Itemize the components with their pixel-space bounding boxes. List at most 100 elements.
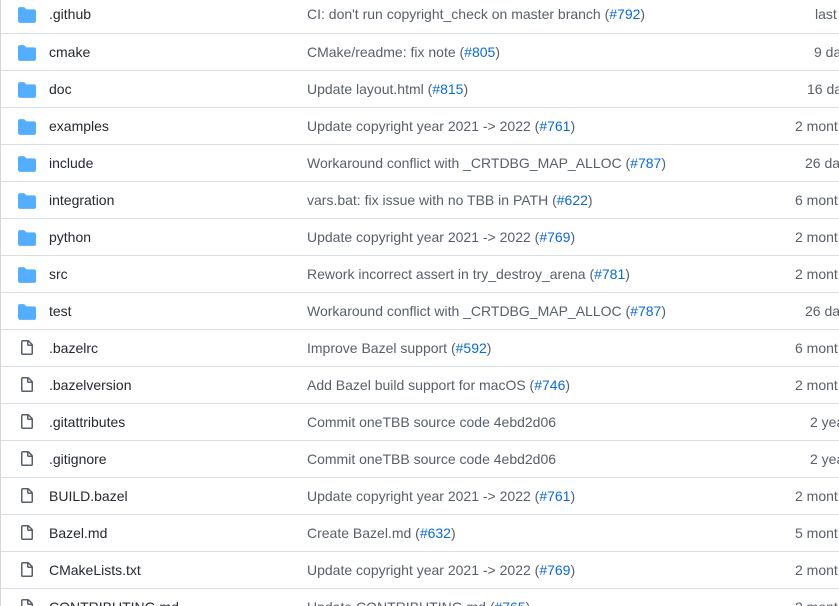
file-name-link[interactable]: Bazel.md: [49, 525, 107, 541]
commit-age: 2 mont: [795, 266, 839, 282]
file-row[interactable]: CONTRIBUTING.md Update CONTRIBUTING.md (#…: [1, 588, 839, 606]
commit-message: CMake/readme: fix note (#805): [307, 44, 500, 60]
commit-message-link[interactable]: CI: don't run copyright_check on master …: [307, 6, 609, 22]
commit-message-link[interactable]: Improve Bazel support (: [307, 340, 456, 356]
file-name-link[interactable]: .gitattributes: [49, 414, 125, 430]
commit-message-link[interactable]: Add Bazel build support for macOS (: [307, 377, 534, 393]
commit-age-text: 5 mont: [795, 525, 838, 541]
file-row[interactable]: cmake CMake/readme: fix note (#805) 9 da: [1, 33, 839, 70]
pull-request-link[interactable]: #805: [464, 44, 495, 60]
file-row[interactable]: .gitattributes Commit oneTBB source code …: [1, 403, 839, 440]
commit-message-tail: ): [565, 377, 571, 393]
commit-message-link[interactable]: Update copyright year 2021 -> 2022 (: [307, 562, 539, 578]
file-name-link[interactable]: .gitignore: [49, 451, 107, 467]
commit-message-tail: ): [463, 81, 469, 97]
commit-message: Rework incorrect assert in try_destroy_a…: [307, 266, 630, 282]
commit-message: CI: don't run copyright_check on master …: [307, 6, 645, 22]
pull-request-link[interactable]: #781: [594, 266, 625, 282]
pull-request-link[interactable]: #632: [420, 525, 451, 541]
folder-icon: [18, 193, 36, 209]
folder-icon: [18, 45, 36, 61]
commit-message-link[interactable]: Update CONTRIBUTING.md (: [307, 599, 494, 606]
file-name-link[interactable]: .bazelversion: [49, 377, 132, 393]
commit-message-link[interactable]: Update copyright year 2021 -> 2022 (: [307, 229, 539, 245]
file-row[interactable]: include Workaround conflict with _CRTDBG_…: [1, 144, 839, 181]
file-row[interactable]: test Workaround conflict with _CRTDBG_MAP…: [1, 292, 839, 329]
file-name-link[interactable]: test: [49, 303, 72, 319]
pull-request-link[interactable]: #761: [539, 488, 570, 504]
commit-age: 16 da: [807, 81, 839, 97]
file-name-link[interactable]: doc: [49, 81, 72, 97]
file-name-link[interactable]: integration: [49, 192, 114, 208]
folder-icon: [18, 7, 36, 23]
file-name-link[interactable]: python: [49, 229, 91, 245]
pull-request-link[interactable]: #769: [539, 562, 570, 578]
commit-message: Update copyright year 2021 -> 2022 (#769…: [307, 562, 575, 578]
pull-request-link[interactable]: #622: [557, 192, 588, 208]
pull-request-link[interactable]: #769: [539, 229, 570, 245]
commit-message-tail: ): [526, 599, 531, 606]
file-name-link[interactable]: src: [49, 266, 68, 282]
commit-message-link[interactable]: Workaround conflict with _CRTDBG_MAP_ALL…: [307, 303, 630, 319]
commit-message: Commit oneTBB source code 4ebd2d06: [307, 451, 556, 467]
commit-message-link[interactable]: vars.bat: fix issue with no TBB in PATH …: [307, 192, 557, 208]
file-row[interactable]: BUILD.bazel Update copyright year 2021 ->…: [1, 477, 839, 514]
commit-message-link[interactable]: CMake/readme: fix note (: [307, 44, 464, 60]
commit-message: Create Bazel.md (#632): [307, 525, 456, 541]
commit-message-link[interactable]: Rework incorrect assert in try_destroy_a…: [307, 266, 594, 282]
commit-message-link[interactable]: Create Bazel.md (: [307, 525, 420, 541]
pull-request-link[interactable]: #746: [534, 377, 565, 393]
file-row[interactable]: python Update copyright year 2021 -> 2022…: [1, 218, 839, 255]
file-icon: [19, 451, 37, 467]
file-icon: [19, 599, 37, 606]
file-row[interactable]: integration vars.bat: fix issue with no T…: [1, 181, 839, 218]
commit-age-text: 2 yea: [810, 414, 839, 430]
pull-request-link[interactable]: #787: [630, 303, 661, 319]
commit-age-text: 6 mont: [795, 340, 838, 356]
commit-age-text: 26 da: [805, 155, 839, 171]
commit-message-link[interactable]: Workaround conflict with _CRTDBG_MAP_ALL…: [307, 155, 630, 171]
commit-message: Update copyright year 2021 -> 2022 (#761…: [307, 488, 575, 504]
commit-message-link[interactable]: Update copyright year 2021 -> 2022 (: [307, 118, 539, 134]
file-row[interactable]: .gitignore Commit oneTBB source code 4ebd…: [1, 440, 839, 477]
commit-message: Add Bazel build support for macOS (#746): [307, 377, 570, 393]
file-row[interactable]: src Rework incorrect assert in try_destro…: [1, 255, 839, 292]
file-name-link[interactable]: examples: [49, 118, 109, 134]
file-row[interactable]: .bazelrc Improve Bazel support (#592) 6 mo…: [1, 329, 839, 366]
commit-message-link[interactable]: Update layout.html (: [307, 81, 432, 97]
file-name-link[interactable]: .bazelrc: [49, 340, 98, 356]
commit-message-tail: ): [640, 6, 646, 22]
commit-age-text: 16 da: [807, 81, 839, 97]
pull-request-link[interactable]: #787: [630, 155, 661, 171]
pull-request-link[interactable]: #765: [494, 599, 525, 606]
file-name-link[interactable]: .github: [49, 6, 91, 22]
commit-age-text: 2 mont: [795, 377, 838, 393]
file-row[interactable]: Bazel.md Create Bazel.md (#632) 5 mont: [1, 514, 839, 551]
pull-request-link[interactable]: #815: [432, 81, 463, 97]
commit-age: 2 mont: [795, 562, 839, 578]
file-row[interactable]: .github CI: don't run copyright_check on …: [1, 0, 839, 33]
commit-message-tail: ): [570, 118, 576, 134]
pull-request-link[interactable]: #792: [609, 6, 640, 22]
file-name-link[interactable]: CMakeLists.txt: [49, 562, 141, 578]
file-row[interactable]: CMakeLists.txt Update copyright year 2021…: [1, 551, 839, 588]
file-row[interactable]: examples Update copyright year 2021 -> 20…: [1, 107, 839, 144]
commit-age: 26 da: [805, 155, 839, 171]
commit-age: 9 da: [814, 44, 839, 60]
file-name-link[interactable]: CONTRIBUTING.md: [49, 599, 179, 606]
pull-request-link[interactable]: #592: [456, 340, 487, 356]
pull-request-link[interactable]: #761: [539, 118, 570, 134]
file-row[interactable]: doc Update layout.html (#815) 16 da: [1, 70, 839, 107]
file-name-link[interactable]: include: [49, 155, 93, 171]
commit-message: Improve Bazel support (#592): [307, 340, 491, 356]
commit-message-tail: ): [661, 303, 666, 319]
commit-message-link[interactable]: Commit oneTBB source code 4ebd2d06: [307, 414, 556, 430]
commit-age-text: 6 mont: [795, 192, 838, 208]
file-name-link[interactable]: cmake: [49, 44, 90, 60]
commit-age-text: last: [815, 6, 837, 22]
file-name-link[interactable]: BUILD.bazel: [49, 488, 128, 504]
file-icon: [19, 340, 37, 356]
commit-message-link[interactable]: Update copyright year 2021 -> 2022 (: [307, 488, 539, 504]
file-row[interactable]: .bazelversion Add Bazel build support for…: [1, 366, 839, 403]
commit-message-link[interactable]: Commit oneTBB source code 4ebd2d06: [307, 451, 556, 467]
